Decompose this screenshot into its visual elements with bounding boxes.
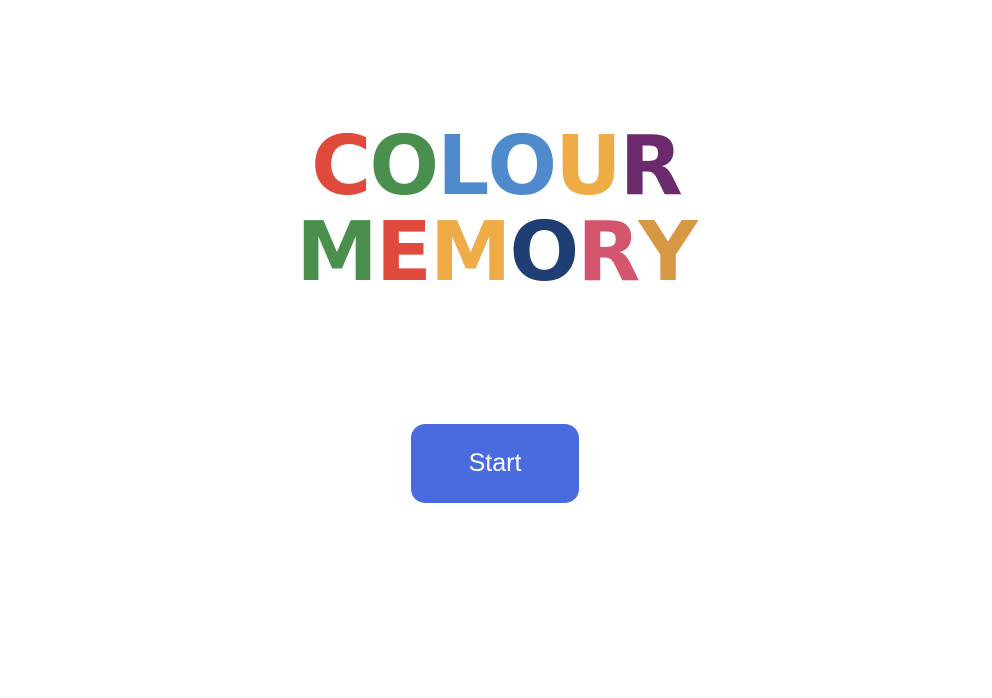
title-letter: R xyxy=(619,119,683,214)
title-letter: E xyxy=(375,205,432,300)
title-letter: U xyxy=(555,119,622,214)
title-letter: R xyxy=(577,205,640,300)
game-title-logo: COLOUR MEMORY xyxy=(0,124,992,296)
title-letter: O xyxy=(487,119,557,214)
title-letter: O xyxy=(369,119,439,214)
start-button[interactable]: Start xyxy=(411,424,579,503)
title-letter: L xyxy=(437,119,489,214)
title-letter: C xyxy=(311,119,371,214)
title-letter: M xyxy=(429,205,512,300)
title-line-2: MEMORY xyxy=(0,210,992,296)
title-letter: Y xyxy=(638,205,697,300)
title-letter: M xyxy=(296,205,378,300)
title-letter: O xyxy=(509,205,579,300)
title-line-1: COLOUR xyxy=(0,124,992,210)
game-start-screen: COLOUR MEMORY Start xyxy=(0,0,992,698)
